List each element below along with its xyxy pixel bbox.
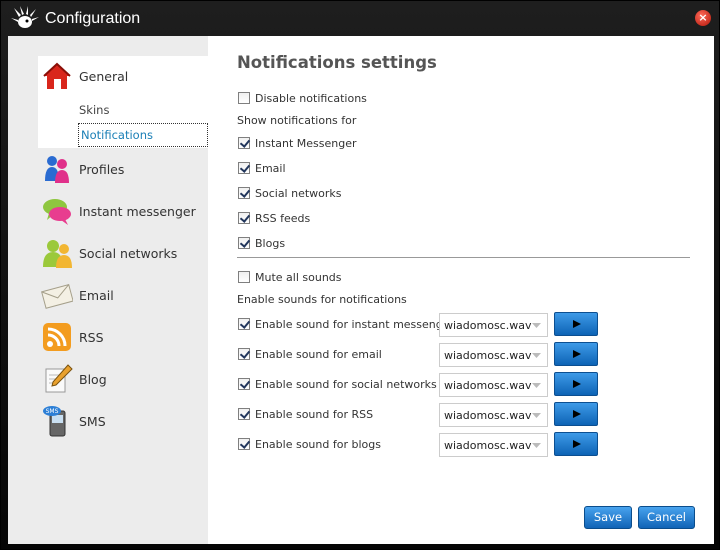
checkbox-label: Blogs <box>255 237 286 250</box>
sidebar-item-label: Blog <box>79 372 107 387</box>
sound-file-select[interactable]: wiadomosc.wav <box>439 343 548 367</box>
checkbox-box[interactable] <box>238 271 250 283</box>
checkbox-box[interactable] <box>238 378 250 390</box>
chevron-down-icon <box>532 323 541 328</box>
sidebar-item-rss[interactable]: RSS <box>41 318 201 356</box>
checkbox-label: Enable sound for RSS <box>255 408 374 421</box>
sidebar-item-label: Social networks <box>79 246 178 261</box>
chevron-down-icon <box>532 443 541 448</box>
envelope-icon <box>41 284 73 309</box>
chevron-down-icon <box>532 383 541 388</box>
sound-file-value: wiadomosc.wav <box>444 409 532 422</box>
checkbox-label: Social networks <box>255 187 342 200</box>
sidebar-item-email[interactable]: Email <box>41 276 201 314</box>
sidebar-subitem-skins[interactable]: Skins <box>79 103 109 117</box>
sound-file-value: wiadomosc.wav <box>444 349 532 362</box>
sidebar-item-label: RSS <box>79 330 104 345</box>
play-sound-button[interactable] <box>554 312 598 336</box>
sidebar-item-profiles[interactable]: Profiles <box>41 150 201 188</box>
sound-file-value: wiadomosc.wav <box>444 439 532 452</box>
checkbox-box[interactable] <box>238 237 250 249</box>
checkbox-box[interactable] <box>238 187 250 199</box>
sound-file-select[interactable]: wiadomosc.wav <box>439 433 548 457</box>
checkbox-label: Enable sound for email <box>255 348 382 361</box>
sidebar-item-label: Instant messenger <box>79 204 196 219</box>
checkbox-label: Email <box>255 162 286 175</box>
svg-text:SMS: SMS <box>46 408 59 415</box>
sidebar-item-blog[interactable]: Blog <box>41 360 201 398</box>
pencil-note-icon <box>45 364 73 393</box>
sidebar-item-label: Profiles <box>79 162 125 177</box>
sound-file-value: wiadomosc.wav <box>444 319 532 332</box>
play-sound-button[interactable] <box>554 342 598 366</box>
checkbox-label: Mute all sounds <box>255 271 342 284</box>
checkbox-box[interactable] <box>238 137 250 149</box>
play-sound-button[interactable] <box>554 372 598 396</box>
checkbox-box[interactable] <box>238 318 250 330</box>
show-notifications-for-label: Show notifications for <box>237 114 357 127</box>
configuration-window: Configuration × General Skins Notificati… <box>0 0 720 550</box>
checkbox-label: Disable notifications <box>255 92 367 105</box>
app-logo-icon <box>11 6 39 28</box>
sidebar: General Skins Notifications Profiles Ins… <box>8 36 208 544</box>
home-icon <box>43 62 71 89</box>
checkbox-label: RSS feeds <box>255 212 311 225</box>
sidebar-item-label: Email <box>79 288 114 303</box>
checkbox-box[interactable] <box>238 212 250 224</box>
sidebar-item-general[interactable]: General <box>41 57 201 95</box>
sound-file-select[interactable]: wiadomosc.wav <box>439 403 548 427</box>
chevron-down-icon <box>532 353 541 358</box>
checkbox-label: Enable sound for instant messenger <box>255 318 455 331</box>
phone-sms-icon: SMS <box>43 406 66 437</box>
play-sound-button[interactable] <box>554 402 598 426</box>
close-icon[interactable]: × <box>695 10 711 26</box>
title-bar[interactable]: Configuration × <box>1 1 720 37</box>
checkbox-box[interactable] <box>238 438 250 450</box>
save-button[interactable]: Save <box>584 506 632 529</box>
profiles-icon <box>45 156 69 183</box>
cancel-button[interactable]: Cancel <box>638 506 695 529</box>
page-title: Notifications settings <box>237 53 437 72</box>
sound-file-select[interactable]: wiadomosc.wav <box>439 313 548 337</box>
checkbox-box[interactable] <box>238 162 250 174</box>
sidebar-item-label: General <box>79 69 129 84</box>
sound-file-select[interactable]: wiadomosc.wav <box>439 373 548 397</box>
chevron-down-icon <box>532 413 541 418</box>
checkbox-label: Instant Messenger <box>255 137 357 150</box>
sidebar-item-label: SMS <box>79 414 106 429</box>
rss-icon <box>43 323 71 351</box>
window-title: Configuration <box>45 10 141 27</box>
sidebar-subitem-notifications[interactable]: Notifications <box>78 123 208 147</box>
play-sound-button[interactable] <box>554 432 598 456</box>
people-icon <box>43 240 72 268</box>
checkbox-box[interactable] <box>238 408 250 420</box>
checkbox-box[interactable] <box>238 348 250 360</box>
enable-sounds-label: Enable sounds for notifications <box>237 293 407 306</box>
sidebar-item-instant-messenger[interactable]: Instant messenger <box>41 192 201 230</box>
sidebar-item-sms[interactable]: SMS SMS <box>41 402 201 440</box>
checkbox-box[interactable] <box>238 92 250 104</box>
client-area: General Skins Notifications Profiles Ins… <box>8 36 714 544</box>
sidebar-item-social-networks[interactable]: Social networks <box>41 234 201 272</box>
chat-bubbles-icon <box>43 199 71 225</box>
checkbox-label: Enable sound for blogs <box>255 438 381 451</box>
section-divider <box>237 257 690 258</box>
checkbox-label: Enable sound for social networks <box>255 378 437 391</box>
sound-file-value: wiadomosc.wav <box>444 379 532 392</box>
notifications-settings-panel: Notifications settings Disable notificat… <box>237 36 707 544</box>
